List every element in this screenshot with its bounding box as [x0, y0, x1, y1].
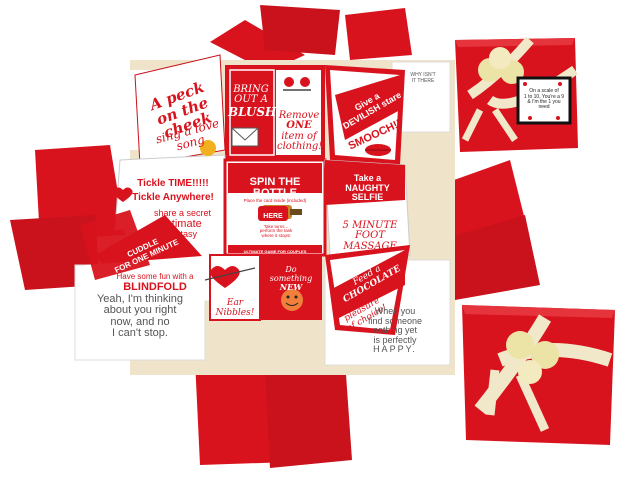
envelope-icon [231, 127, 259, 147]
gift-box-bottom [462, 305, 615, 445]
flap-top-right [345, 8, 412, 60]
photo-scene: A peck on the cheek sing a love song BRING… [0, 0, 640, 480]
card-blush-text: BRING OUT A BLUSH!! [228, 83, 287, 119]
card-spin-rules: Take turns... perform the task where it st… [259, 223, 293, 239]
card-new-text: Do something NEW [269, 265, 313, 293]
card-ear-text: Ear Nibbles! [215, 298, 255, 318]
card-selfie-text: Take a NAUGHTY SELFIE [345, 173, 390, 203]
card-spin-here: HERE [258, 206, 288, 221]
flap-top-mid [260, 5, 340, 55]
flap-bottom-right [265, 360, 352, 468]
exploding-box-photo [10, 5, 615, 468]
card-perfect-text: When you find someone nothing yet is perfec… [367, 306, 423, 355]
card-spin-footer-text: ULTIMATE GAME FOR COUPLES [243, 249, 307, 255]
card-massage-text: 5 MINUTE FOOT MASSAGE [342, 219, 398, 252]
card-scale-text: On a scale of 1 to 10, You're a 9 & I'm th… [523, 88, 565, 110]
card-yeah-text: Yeah, I'm thinking about you right now, an… [96, 292, 184, 340]
card-remove-text: Remove ONE item of clothing! [277, 109, 323, 152]
card-corner-text: WHY ISN'T IT THERE [410, 72, 436, 84]
